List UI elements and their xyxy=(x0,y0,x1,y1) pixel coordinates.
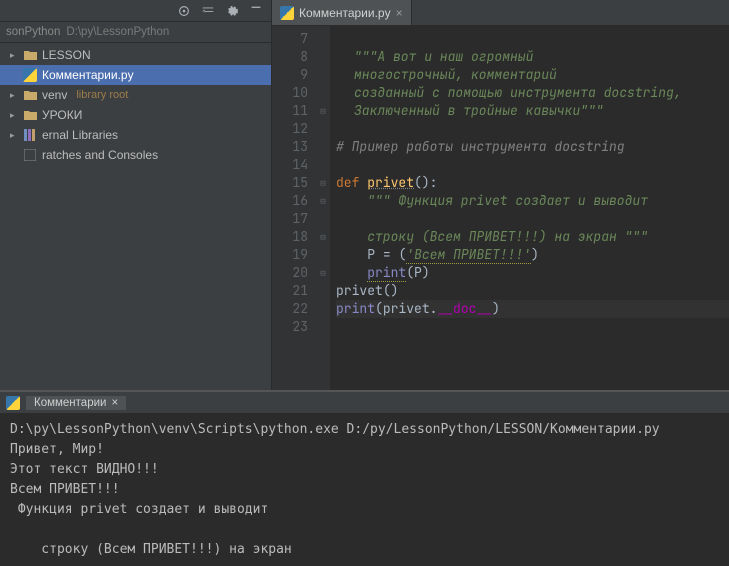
project-tree[interactable]: ▸ LESSON Комментарии.py ▸ venv library root ▸ У… xyxy=(0,43,271,390)
line-gutter: 7891011121314151617181920212223 xyxy=(272,26,316,390)
editor-pane: Комментарии.py × 78910111213141516171819… xyxy=(272,0,729,390)
tree-item[interactable]: ▸ УРОКИ xyxy=(0,105,271,125)
tree-item-label: ernal Libraries xyxy=(42,128,118,142)
code-content[interactable]: """А вот и наш огромныймногострочный, ко… xyxy=(330,26,729,390)
editor-tab[interactable]: Комментарии.py × xyxy=(272,0,412,25)
gear-icon[interactable] xyxy=(225,4,239,18)
tree-item[interactable]: ratches and Consoles xyxy=(0,145,271,165)
python-run-icon xyxy=(6,396,20,410)
code-editor[interactable]: 7891011121314151617181920212223 ⊟⊟⊟⊟⊟ ""… xyxy=(272,26,729,390)
tree-item[interactable]: ▸ venv library root xyxy=(0,85,271,105)
close-icon[interactable]: × xyxy=(111,397,118,409)
tree-item[interactable]: ▸ ernal Libraries xyxy=(0,125,271,145)
editor-tabs: Комментарии.py × xyxy=(272,0,729,26)
folder-icon xyxy=(23,108,37,122)
chevron-icon[interactable]: ▸ xyxy=(10,130,18,141)
tree-item-label: УРОКИ xyxy=(42,108,82,122)
project-toolbar xyxy=(0,0,271,22)
target-icon[interactable] xyxy=(177,4,191,18)
breadcrumb-project: sonPython xyxy=(6,26,60,38)
tree-item-hint: library root xyxy=(76,89,128,101)
chevron-icon[interactable]: ▸ xyxy=(10,90,18,101)
folder-icon xyxy=(23,48,37,62)
console-output[interactable]: D:\py\LessonPython\venv\Scripts\python.e… xyxy=(0,414,729,566)
breadcrumb-path: D:\py\LessonPython xyxy=(66,26,169,38)
project-tool-window: sonPython D:\py\LessonPython ▸ LESSON Комм… xyxy=(0,0,272,390)
run-tab[interactable]: Комментарии × xyxy=(26,396,126,410)
collapse-icon[interactable] xyxy=(201,4,215,18)
breadcrumb: sonPython D:\py\LessonPython xyxy=(0,22,271,43)
tree-item-label: ratches and Consoles xyxy=(42,148,158,162)
chevron-icon[interactable]: ▸ xyxy=(10,110,18,121)
tree-item-label: LESSON xyxy=(42,48,91,62)
library-icon xyxy=(23,128,37,142)
tree-item[interactable]: ▸ LESSON xyxy=(0,45,271,65)
fold-gutter[interactable]: ⊟⊟⊟⊟⊟ xyxy=(316,26,330,390)
tree-item[interactable]: Комментарии.py xyxy=(0,65,271,85)
run-tool-window: Комментарии × D:\py\LessonPython\venv\Sc… xyxy=(0,390,729,566)
scratch-icon xyxy=(23,148,37,162)
folder-icon xyxy=(23,88,37,102)
run-tab-label: Комментарии xyxy=(34,397,106,409)
tree-item-label: Комментарии.py xyxy=(42,68,134,82)
chevron-icon[interactable]: ▸ xyxy=(10,50,18,61)
run-tabs: Комментарии × xyxy=(0,392,729,414)
main-top-region: sonPython D:\py\LessonPython ▸ LESSON Комм… xyxy=(0,0,729,390)
editor-tab-label: Комментарии.py xyxy=(299,6,391,20)
hide-icon[interactable] xyxy=(249,4,263,18)
close-icon[interactable]: × xyxy=(396,6,403,20)
tree-item-label: venv xyxy=(42,88,67,102)
python-file-icon xyxy=(280,6,294,20)
python-file-icon xyxy=(23,68,37,82)
